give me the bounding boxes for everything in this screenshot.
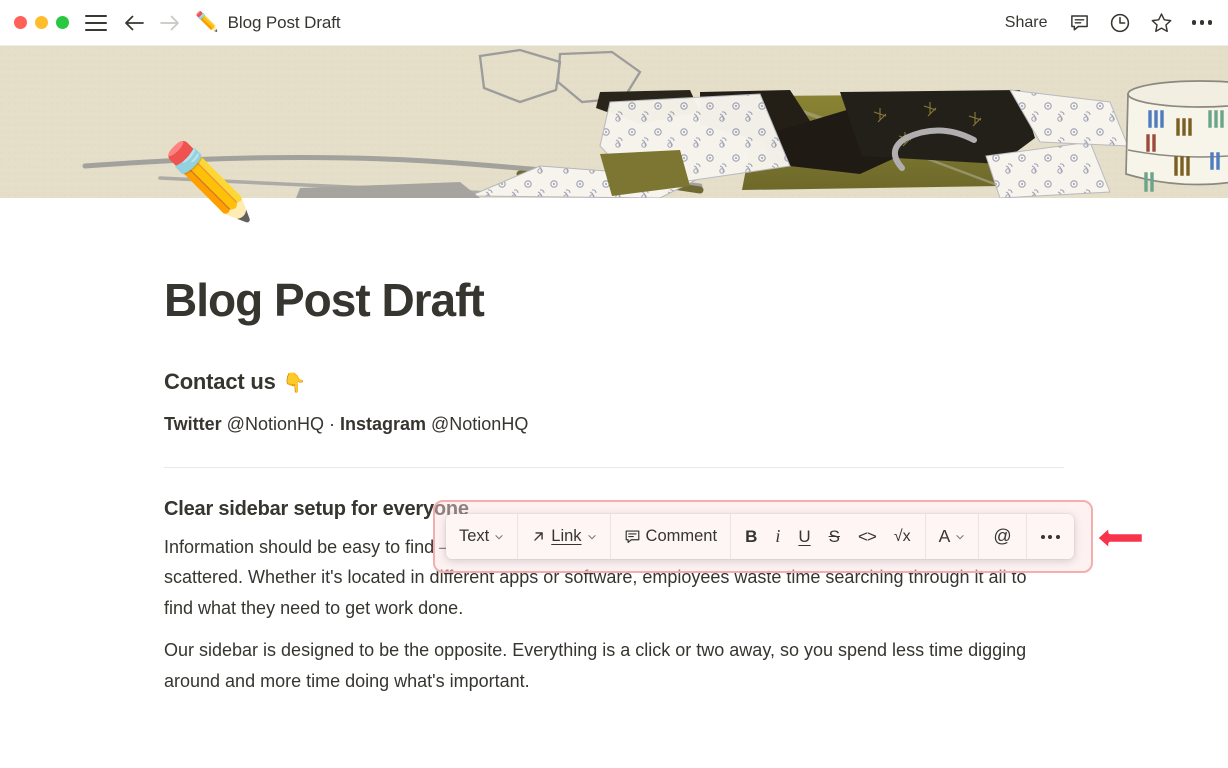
hamburger-menu-icon[interactable] — [85, 14, 107, 31]
comment-bubble-icon — [625, 530, 639, 543]
social-links-paragraph[interactable]: Twitter @NotionHQ · Instagram @NotionHQ — [164, 409, 1064, 439]
twitter-label: Twitter — [164, 413, 222, 434]
toolbar-group-link: Link — [518, 514, 611, 559]
toolbar-group-mention: @ — [979, 514, 1027, 559]
twitter-handle: @NotionHQ · — [221, 413, 340, 434]
star-icon[interactable] — [1150, 12, 1173, 34]
instagram-handle: @NotionHQ — [426, 413, 529, 434]
equation-button[interactable]: √x — [885, 521, 920, 552]
close-window-button[interactable] — [14, 16, 27, 29]
chevron-down-icon — [587, 534, 596, 539]
toolbar-group-text-color: A — [926, 514, 980, 559]
title-bar: ✏️ Blog Post Draft Share — [0, 0, 1228, 46]
more-horizontal-icon[interactable] — [1191, 20, 1212, 25]
arrow-left-icon[interactable] — [123, 14, 145, 32]
app-window: ✏️ Blog Post Draft Share ✏️ Blog Post Dr… — [0, 0, 1228, 768]
red-pointer-arrow-left-icon — [1093, 522, 1147, 554]
inline-code-button[interactable]: <> — [849, 521, 885, 552]
italic-button[interactable]: i — [766, 521, 789, 552]
comment-bubble-icon[interactable] — [1069, 12, 1090, 33]
toolbar-group-comment: Comment — [611, 514, 732, 559]
pointing-down-emoji-icon: 👇 — [282, 372, 307, 394]
window-traffic-lights — [14, 16, 69, 29]
arrow-up-right-icon — [534, 532, 544, 541]
instagram-label: Instagram — [339, 413, 427, 434]
strikethrough-button[interactable]: S — [820, 521, 849, 552]
paragraph-sidebar-design[interactable]: Our sidebar is designed to be the opposi… — [164, 635, 1054, 696]
text-style-dropdown-label: Text — [459, 527, 490, 545]
mention-button[interactable]: @ — [984, 521, 1020, 552]
navigation-arrows — [123, 14, 181, 32]
breadcrumb-title: Blog Post Draft — [227, 12, 341, 32]
titlebar-actions: Share — [1003, 12, 1212, 34]
breadcrumb[interactable]: ✏️ Blog Post Draft — [195, 13, 341, 33]
chevron-down-icon — [495, 534, 503, 539]
heading-contact-us-label: Contact us — [164, 368, 276, 394]
text-style-dropdown[interactable]: Text — [451, 521, 512, 552]
paragraph-pre-text: Information should be easy to find — — [164, 536, 463, 557]
arrow-right-icon[interactable] — [159, 14, 181, 32]
minimize-window-button[interactable] — [35, 16, 48, 29]
clock-history-icon[interactable] — [1109, 12, 1131, 34]
share-button[interactable]: Share — [1003, 12, 1050, 34]
maximize-window-button[interactable] — [56, 16, 69, 29]
bold-button[interactable]: B — [736, 521, 766, 552]
link-dropdown-label: Link — [551, 527, 582, 545]
more-options-button[interactable] — [1032, 521, 1069, 552]
heading-contact-us[interactable]: Contact us 👇 — [164, 369, 1064, 395]
comment-button-label: Comment — [645, 527, 718, 545]
page-content: Blog Post Draft Contact us 👇 Twitter @No… — [0, 198, 1228, 696]
text-color-dropdown[interactable]: A — [931, 521, 974, 552]
floating-format-toolbar[interactable]: Text Link Comment B i U S <> √x A @ — [446, 514, 1074, 559]
page-emoji-icon: ✏️ — [195, 12, 219, 33]
page-icon-emoji[interactable]: ✏️ — [163, 145, 255, 219]
link-dropdown[interactable]: Link — [523, 521, 604, 552]
underline-button[interactable]: U — [789, 521, 819, 552]
toolbar-group-formatting: B i U S <> √x — [731, 514, 926, 559]
page-title[interactable]: Blog Post Draft — [164, 274, 1064, 327]
divider — [164, 466, 1064, 468]
more-horizontal-icon — [1040, 534, 1060, 539]
text-color-label: A — [938, 526, 951, 546]
comment-button[interactable]: Comment — [616, 521, 726, 552]
toolbar-group-text-style: Text — [446, 514, 519, 559]
toolbar-group-more — [1027, 514, 1074, 559]
chevron-down-icon — [956, 534, 964, 539]
